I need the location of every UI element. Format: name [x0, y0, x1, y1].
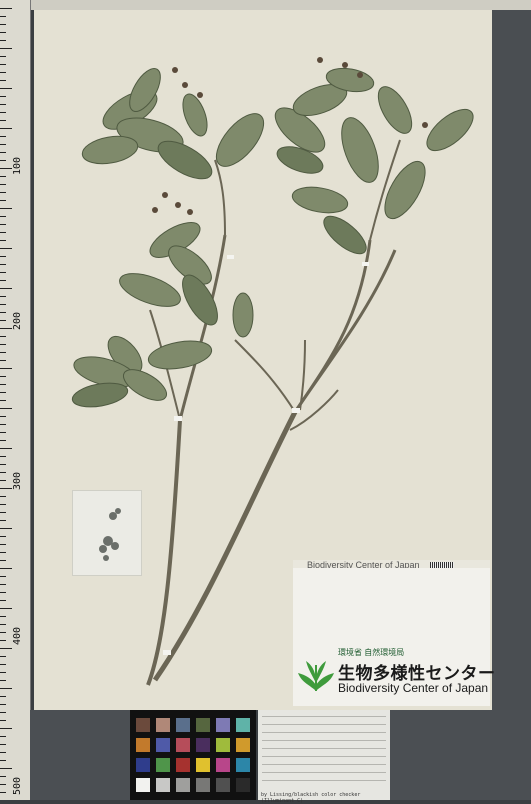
color-swatch [176, 738, 190, 752]
color-swatch [196, 718, 210, 732]
ruler-tick [0, 776, 6, 777]
strap [174, 416, 182, 421]
color-swatch [176, 778, 190, 792]
reference-row [262, 772, 386, 773]
color-swatch [156, 718, 170, 732]
strap [227, 255, 234, 259]
leaf [119, 273, 181, 307]
main-stem-right [152, 410, 298, 682]
leaf [71, 382, 129, 408]
specimen-packet [72, 490, 142, 576]
color-swatch [136, 738, 150, 752]
color-swatch [216, 718, 230, 732]
color-card-caption: by Lissing/blackish color checker (Illum… [261, 792, 361, 804]
color-swatch [176, 758, 190, 772]
leaf [147, 340, 213, 370]
leaf [323, 215, 367, 255]
reference-row [262, 732, 386, 733]
leaf [384, 160, 426, 220]
color-checker-card [130, 710, 256, 800]
reference-row [262, 740, 386, 741]
reference-row [262, 724, 386, 725]
leaf [341, 117, 379, 183]
leaf [291, 186, 349, 214]
color-swatch [196, 758, 210, 772]
color-swatch [236, 778, 250, 792]
color-swatch [216, 778, 230, 792]
ruler-tick [0, 768, 12, 769]
organization-name-en: Biodiversity Center of Japan [338, 681, 489, 695]
color-swatch [136, 758, 150, 772]
color-swatch [236, 718, 250, 732]
leaf [232, 292, 254, 338]
reference-row [262, 756, 386, 757]
ruler-label: 500 [12, 776, 23, 795]
color-swatch [196, 738, 210, 752]
color-swatch [236, 738, 250, 752]
color-swatch [236, 758, 250, 772]
color-swatch [216, 738, 230, 752]
leaf [377, 86, 413, 134]
ruler-tick [0, 744, 6, 745]
leaf [426, 108, 474, 152]
reference-row [262, 716, 386, 717]
reference-row [262, 748, 386, 749]
color-swatch [156, 778, 170, 792]
biodiversity-logo-icon [298, 661, 334, 691]
ruler-tick [0, 712, 6, 713]
strap [292, 408, 300, 413]
leaf [182, 93, 208, 137]
color-swatch [156, 758, 170, 772]
color-swatch [176, 718, 190, 732]
color-swatch [136, 778, 150, 792]
ruler-tick [0, 728, 12, 729]
ministry-name: 環境省 自然環境局 [338, 648, 405, 657]
ruler-tick [0, 720, 6, 721]
ruler-tick [0, 784, 6, 785]
reference-row [262, 780, 386, 781]
ruler-tick [0, 760, 6, 761]
strap [163, 650, 171, 655]
color-swatch [136, 718, 150, 732]
color-swatch [156, 738, 170, 752]
reference-row [262, 764, 386, 765]
leaf [215, 113, 265, 167]
bottom-background [30, 710, 130, 800]
color-swatch [196, 778, 210, 792]
ruler-tick [0, 736, 6, 737]
color-swatch [216, 758, 230, 772]
grayscale-reference-card: by Lissing/blackish color checker (Illum… [258, 710, 390, 804]
bottom-background-right [390, 710, 531, 800]
packet-contents [99, 508, 121, 561]
ruler-tick [0, 792, 6, 793]
strap [362, 262, 369, 266]
ruler-tick [0, 752, 6, 753]
